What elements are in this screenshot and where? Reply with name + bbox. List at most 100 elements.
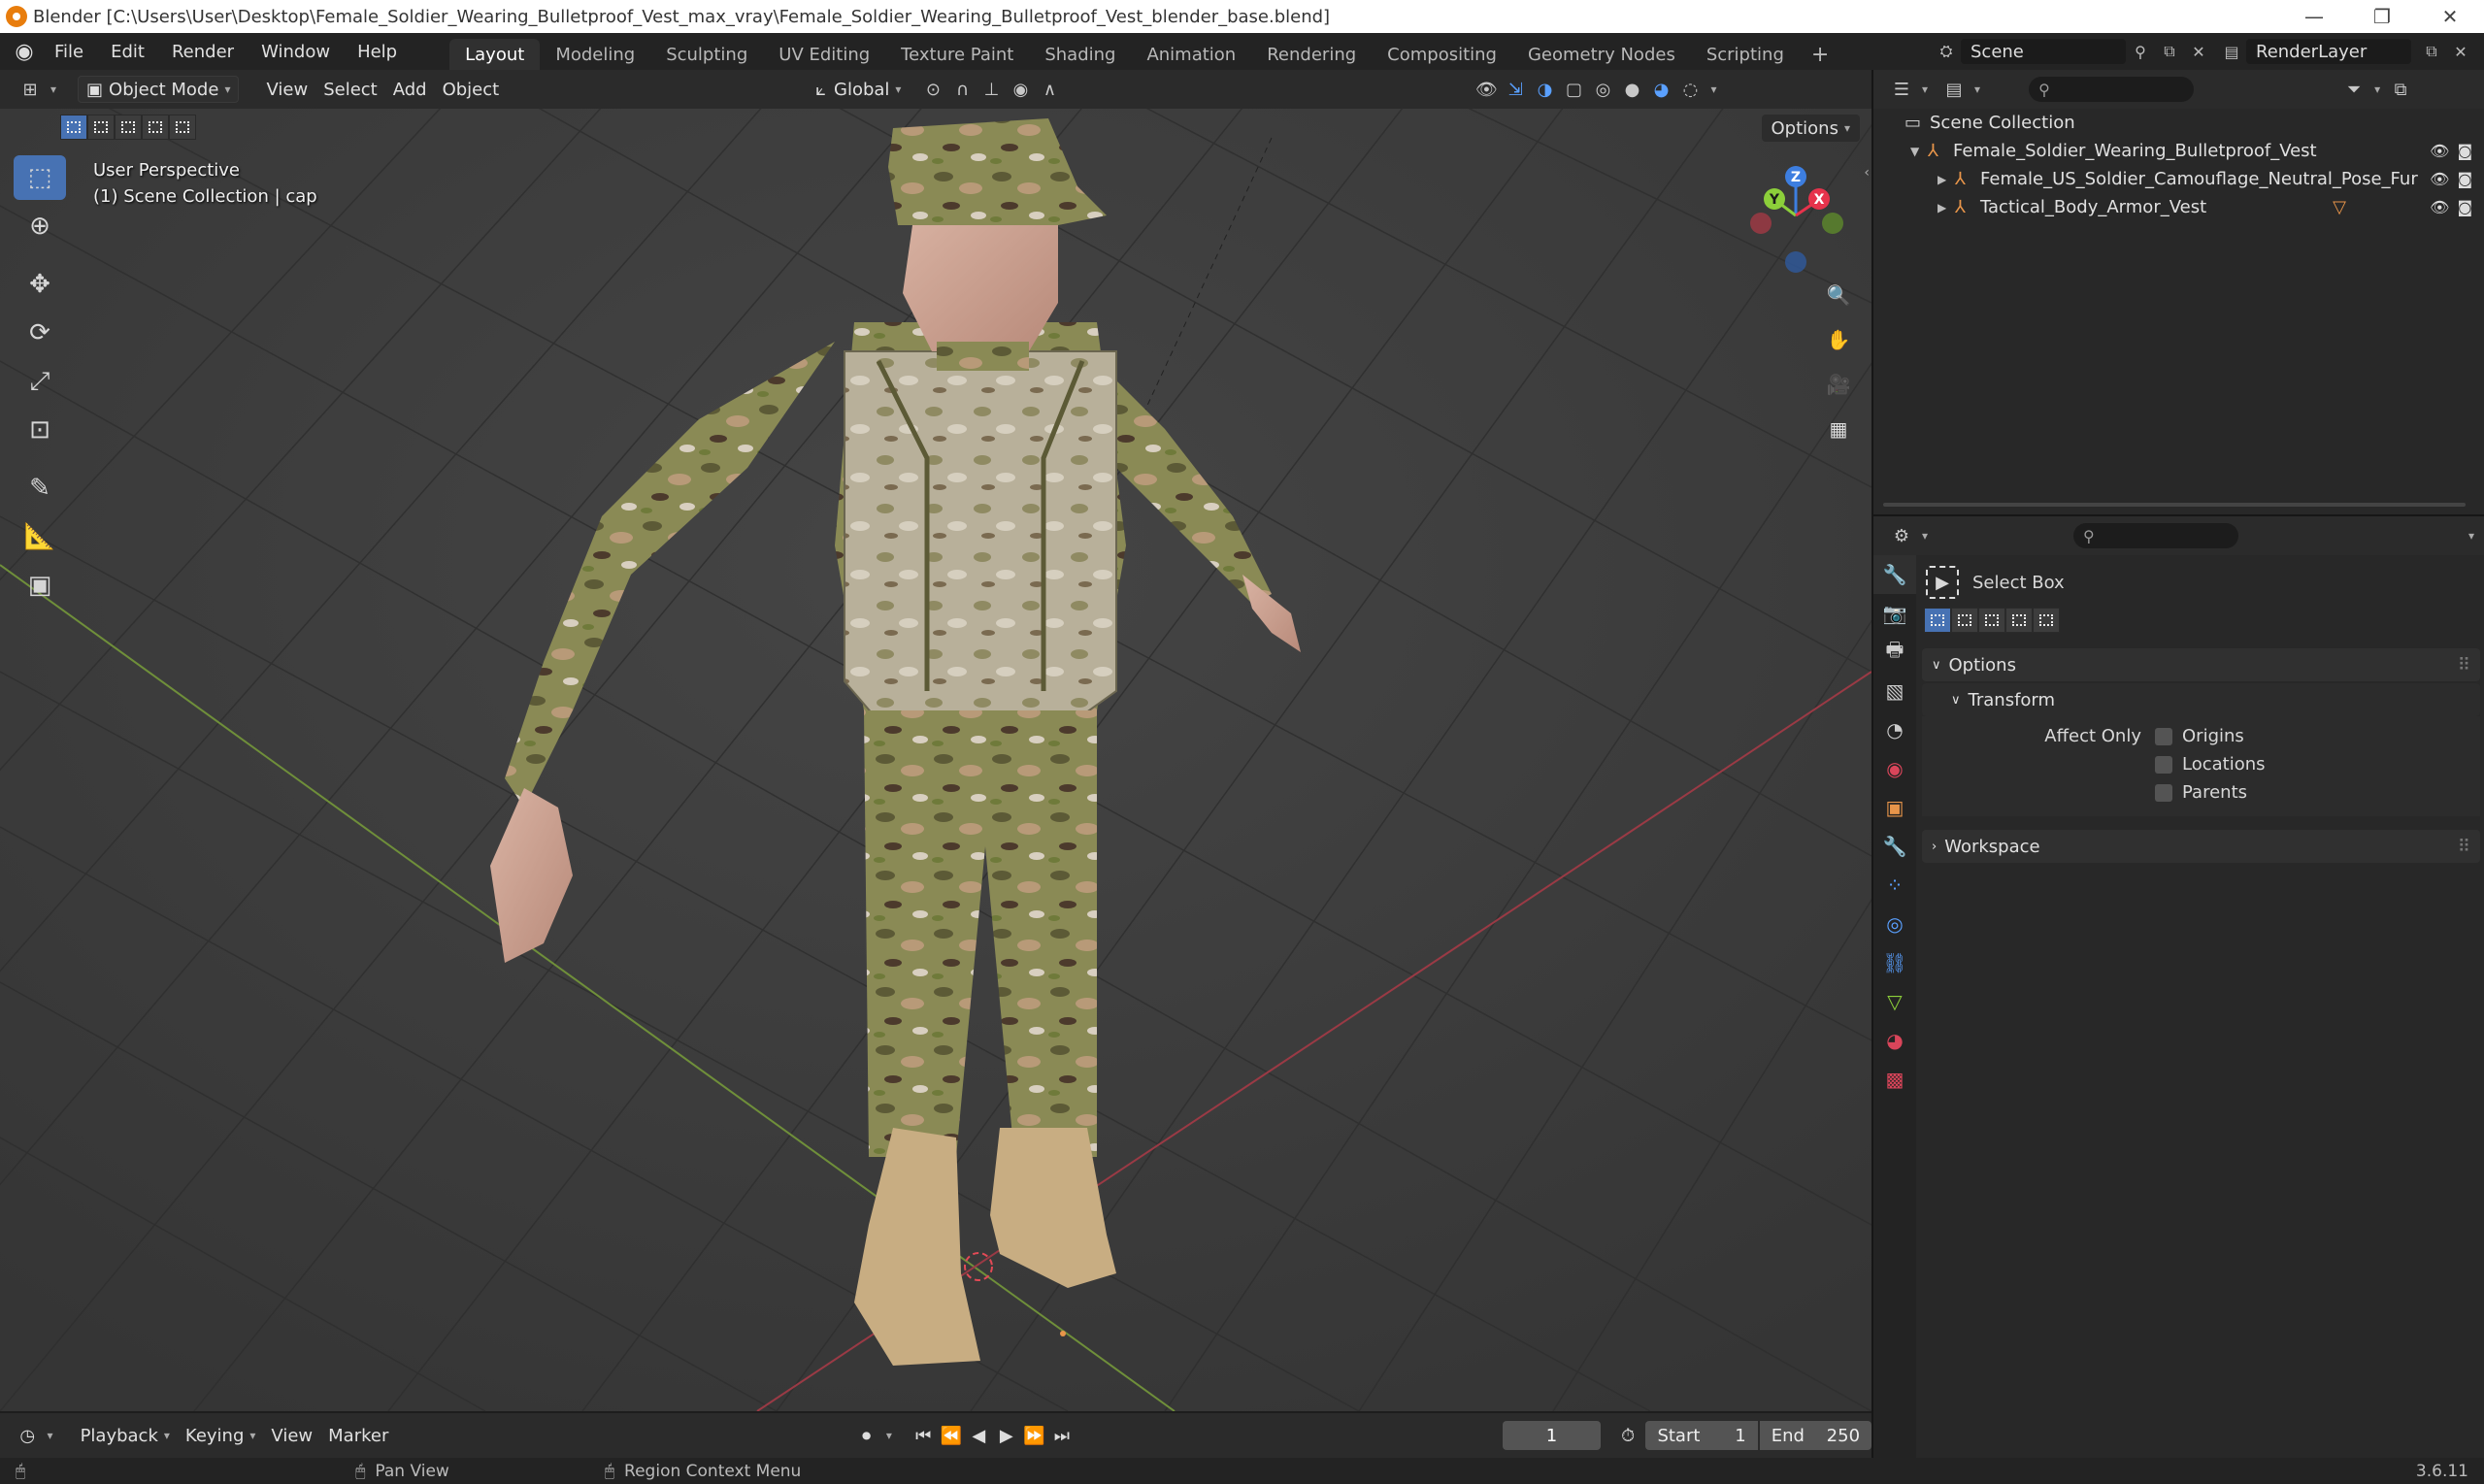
options-dropdown[interactable]: Options ▾ xyxy=(1761,115,1860,142)
zoom-icon[interactable]: 🔍 xyxy=(1819,276,1858,314)
select-box-tool[interactable]: ⬚ xyxy=(14,155,66,200)
menu-edit[interactable]: Edit xyxy=(97,33,158,70)
next-keyframe-icon[interactable]: ⏩ xyxy=(1020,1421,1048,1450)
view-layer-icon[interactable]: ▤ xyxy=(2217,39,2246,64)
transform-subpanel-header[interactable]: ∨ Transform xyxy=(1922,683,2480,716)
snap-target-icon[interactable]: ⊥ xyxy=(977,76,1006,103)
play-icon[interactable]: ▶ xyxy=(993,1421,1021,1450)
cursor-tool[interactable]: ⊕ xyxy=(14,204,66,248)
eye-icon[interactable]: 👁 xyxy=(2430,198,2449,216)
drag-handle-icon[interactable]: ⠿ xyxy=(2458,655,2470,676)
world-tab-icon[interactable]: ◉ xyxy=(1873,749,1916,788)
delete-layer-icon[interactable]: ✕ xyxy=(2446,39,2475,64)
scene-icon[interactable]: ⛭ xyxy=(1932,39,1961,64)
pan-hand-icon[interactable]: ✋ xyxy=(1819,320,1858,359)
physics-tab-icon[interactable]: ◎ xyxy=(1873,905,1916,943)
xray-icon[interactable]: ▢ xyxy=(1559,76,1588,103)
gizmo-neg-y[interactable] xyxy=(1822,213,1843,234)
camera-icon[interactable]: ◙ xyxy=(2457,170,2472,188)
timeline-editor-icon[interactable]: ◷ xyxy=(14,1421,42,1450)
pin-icon[interactable]: ⚲ xyxy=(2126,39,2155,64)
view-layer-tab-icon[interactable]: ▧ xyxy=(1873,672,1916,710)
transform-orientation-dropdown[interactable]: ⟀ Global ▾ xyxy=(808,76,909,103)
properties-search-input[interactable]: ⚲ xyxy=(2073,523,2239,548)
camera-view-icon[interactable]: 🎥 xyxy=(1819,365,1858,404)
move-tool[interactable]: ✥ xyxy=(14,262,66,307)
sidebar-toggle-icon[interactable]: ‹ xyxy=(1864,165,1870,181)
tab-compositing[interactable]: Compositing xyxy=(1372,39,1512,70)
camera-icon[interactable]: ◙ xyxy=(2457,142,2472,160)
falloff-icon[interactable]: ∧ xyxy=(1035,76,1064,103)
menu-file[interactable]: File xyxy=(41,33,97,70)
gizmo-toggle-icon[interactable]: ⇲ xyxy=(1501,76,1530,103)
outliner-search-input[interactable]: ⚲ xyxy=(2029,77,2195,102)
collapse-arrow-icon[interactable]: ▶ xyxy=(1938,201,1955,214)
display-mode-icon[interactable]: ▤ xyxy=(1939,76,1969,103)
annotate-tool[interactable]: ✎ xyxy=(14,466,66,511)
navigation-gizmo[interactable]: Z Y X xyxy=(1747,157,1844,274)
parents-checkbox[interactable] xyxy=(2155,783,2172,802)
tab-sculpting[interactable]: Sculpting xyxy=(650,39,763,70)
menu-add[interactable]: Add xyxy=(385,76,435,103)
close-button[interactable]: ✕ xyxy=(2416,0,2484,33)
new-layer-icon[interactable]: ⧉ xyxy=(2417,39,2446,64)
object-mode-dropdown[interactable]: ▣ Object Mode ▾ xyxy=(78,76,240,103)
tab-shading[interactable]: Shading xyxy=(1029,39,1131,70)
locations-checkbox[interactable] xyxy=(2155,755,2172,774)
render-tab-icon[interactable]: 📷 xyxy=(1873,594,1916,633)
outliner-row[interactable]: ▼ ⅄ Female_Soldier_Wearing_Bulletproof_V… xyxy=(1873,137,2484,165)
jump-start-icon[interactable]: ⏮ xyxy=(910,1421,938,1450)
measure-tool[interactable]: 📐 xyxy=(14,514,66,559)
options-panel-header[interactable]: ∨ Options ⠿ xyxy=(1922,648,2480,681)
outliner-row[interactable]: ▶ ⅄ Female_US_Soldier_Camouflage_Neutral… xyxy=(1873,165,2484,193)
select-difference-button[interactable] xyxy=(142,115,169,140)
proportional-editing-icon[interactable]: ◉ xyxy=(1006,76,1035,103)
data-tab-icon[interactable]: ▽ xyxy=(1873,982,1916,1021)
outliner-editor-icon[interactable]: ☰ xyxy=(1887,76,1916,103)
tab-rendering[interactable]: Rendering xyxy=(1251,39,1372,70)
stopwatch-icon[interactable]: ⏱ xyxy=(1614,1421,1642,1450)
select-new-button[interactable] xyxy=(1924,608,1951,633)
drag-handle-icon[interactable]: ⠿ xyxy=(2458,837,2470,857)
restore-button[interactable]: ❐ xyxy=(2348,0,2416,33)
menu-select[interactable]: Select xyxy=(315,76,385,103)
collapse-arrow-icon[interactable]: ▶ xyxy=(1938,173,1955,186)
filter-icon[interactable]: ⏷ xyxy=(2339,76,2368,103)
perspective-toggle-icon[interactable]: ▦ xyxy=(1819,410,1858,448)
select-extend-button[interactable] xyxy=(1951,608,1978,633)
add-workspace-button[interactable]: + xyxy=(1800,39,1840,70)
select-difference-button[interactable] xyxy=(2005,608,2033,633)
new-scene-icon[interactable]: ⧉ xyxy=(2155,39,2184,64)
playback-menu[interactable]: Playback ▾ xyxy=(73,1422,178,1449)
pivot-point-icon[interactable]: ⊙ xyxy=(918,76,947,103)
expand-arrow-icon[interactable]: ▼ xyxy=(1910,145,1928,158)
camera-icon[interactable]: ◙ xyxy=(2457,198,2472,216)
rotate-tool[interactable]: ⟳ xyxy=(14,311,66,355)
tab-animation[interactable]: Animation xyxy=(1131,39,1251,70)
workspace-panel-header[interactable]: › Workspace ⠿ xyxy=(1922,830,2480,863)
select-extend-button[interactable] xyxy=(87,115,115,140)
properties-options-caret-icon[interactable]: ▾ xyxy=(2468,529,2474,543)
scene-tab-icon[interactable]: ◔ xyxy=(1873,710,1916,749)
menu-help[interactable]: Help xyxy=(344,33,411,70)
modifier-tab-icon[interactable]: 🔧 xyxy=(1873,827,1916,866)
snap-icon[interactable]: ∩ xyxy=(947,76,977,103)
menu-window[interactable]: Window xyxy=(248,33,344,70)
eye-icon[interactable]: 👁 xyxy=(2430,142,2449,160)
solid-shading-icon[interactable]: ● xyxy=(1617,76,1646,103)
shading-options-caret-icon[interactable]: ▾ xyxy=(1710,82,1716,96)
scale-tool[interactable]: ⤢ xyxy=(14,359,66,404)
3d-viewport[interactable]: ⬚ ⊕ ✥ ⟳ ⤢ ⊡ ✎ 📐 ▣ User Perspective (1) S… xyxy=(0,109,1871,1411)
menu-render[interactable]: Render xyxy=(158,33,248,70)
play-reverse-icon[interactable]: ◀ xyxy=(965,1421,993,1450)
current-frame-field[interactable]: 1 xyxy=(1503,1421,1601,1450)
material-preview-icon[interactable]: ◕ xyxy=(1646,76,1675,103)
tab-texture-paint[interactable]: Texture Paint xyxy=(885,39,1029,70)
gizmo-neg-z[interactable] xyxy=(1785,251,1806,273)
texture-tab-icon[interactable]: ▩ xyxy=(1873,1060,1916,1099)
overlays-icon[interactable]: ◑ xyxy=(1530,76,1559,103)
editor-type-icon[interactable]: ⊞ xyxy=(16,76,45,103)
tab-scripting[interactable]: Scripting xyxy=(1691,39,1800,70)
outliner-row[interactable]: ▶ ⅄ Tactical_Body_Armor_Vest ▽ 👁 ◙ xyxy=(1873,193,2484,221)
transform-tool[interactable]: ⊡ xyxy=(14,408,66,452)
